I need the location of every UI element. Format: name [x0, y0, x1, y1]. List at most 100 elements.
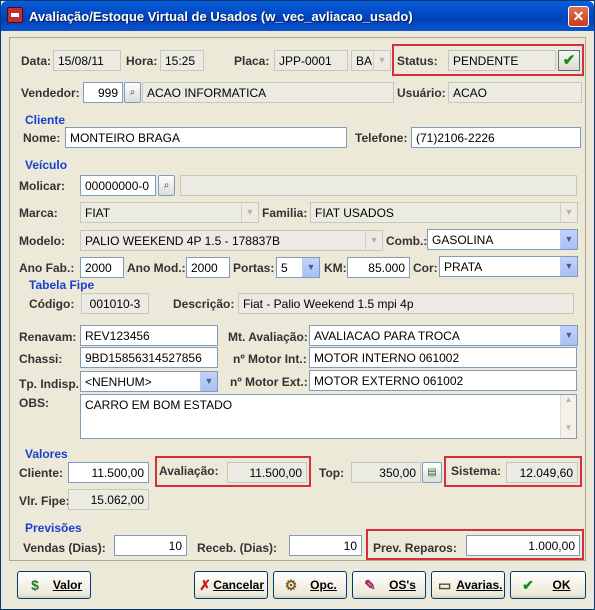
receb-input[interactable]: 10 [289, 535, 362, 556]
km-input[interactable]: 85.000 [347, 257, 410, 278]
opcoes-button[interactable]: ⚙ Opc. [273, 571, 347, 599]
reparos-input[interactable]: 1.000,00 [466, 535, 580, 556]
vendas-input[interactable]: 10 [114, 535, 187, 556]
avarias-button[interactable]: ▭ Avarias. [431, 571, 505, 599]
close-button[interactable]: ✕ [568, 6, 589, 27]
money-bag-icon: $ [31, 577, 39, 593]
data-label: Data: [21, 54, 52, 68]
comb-value: GASOLINA [432, 233, 494, 247]
placa-label: Placa: [234, 54, 270, 68]
renavam-input[interactable]: REV123456 [80, 325, 218, 346]
ok-button-label: OK [552, 578, 571, 592]
opcoes-button-label: Opc. [310, 578, 337, 592]
usuario-field: ACAO [448, 82, 582, 103]
uf-select[interactable]: BA ▼ [351, 50, 391, 71]
document-icon: ▭ [438, 577, 452, 593]
cor-value: PRATA [444, 260, 483, 274]
lookup-icon[interactable]: ⌕ [158, 175, 175, 196]
sistema-label: Sistema: [451, 464, 502, 478]
valor-cliente-input[interactable]: 11.500,00 [68, 462, 149, 483]
lookup-icon[interactable]: ⌕ [124, 82, 141, 103]
marca-value: FIAT [85, 206, 111, 220]
tpindisp-label: Tp. Indisp.: [19, 377, 83, 391]
comb-label: Comb.: [386, 234, 428, 248]
vendedor-label: Vendedor: [21, 86, 80, 100]
cancel-x-icon: ✗ [199, 577, 212, 593]
tpindisp-select[interactable]: <NENHUM> ▼ [80, 371, 218, 392]
mtaval-select[interactable]: AVALIACAO PARA TROCA ▼ [309, 325, 578, 346]
status-label: Status: [397, 54, 438, 68]
chevron-down-icon: ▼ [560, 326, 577, 345]
obs-scrollbar[interactable]: ▲ ▼ [560, 395, 576, 438]
chevron-down-icon: ▼ [200, 372, 217, 391]
km-label: KM: [324, 261, 347, 275]
modelo-label: Modelo: [19, 234, 65, 248]
molicar-input[interactable]: 00000000-0 [80, 175, 156, 196]
codigo-label: Código: [29, 297, 75, 311]
cor-label: Cor: [413, 261, 438, 275]
window: Avaliação/Estoque Virtual de Usados (w_v… [0, 0, 595, 610]
reparos-label: Prev. Reparos: [373, 541, 457, 555]
portas-select[interactable]: 5 ▼ [276, 257, 320, 278]
portas-label: Portas: [233, 261, 275, 275]
molicar-description [180, 175, 577, 196]
avaliacao-field: 11.500,00 [227, 462, 307, 483]
ok-button[interactable]: ✔ OK [510, 571, 586, 599]
chevron-down-icon: ▼ [560, 230, 577, 249]
telefone-input[interactable]: (71)2106-2226 [411, 127, 581, 148]
valor-button-label: Valor [52, 578, 83, 592]
marca-select[interactable]: FIAT ▼ [80, 202, 259, 223]
veiculo-section-title: Veículo [25, 158, 68, 172]
ok-check-icon: ✔ [522, 577, 534, 593]
modelo-select[interactable]: PALIO WEEKEND 4P 1.5 - 178837B ▼ [80, 230, 383, 251]
familia-value: FIAT USADOS [315, 206, 394, 220]
valor-button[interactable]: $ Valor [17, 571, 91, 599]
vendas-label: Vendas (Dias): [23, 541, 106, 555]
calculator-icon[interactable]: ▤ [422, 462, 442, 483]
placa-field: JPP-0001 [274, 50, 348, 71]
anomod-label: Ano Mod.: [127, 261, 186, 275]
descricao-field: Fiat - Palio Weekend 1.5 mpi 4p [238, 293, 574, 314]
nome-label: Nome: [23, 131, 61, 145]
cancelar-button-label: Cancelar [213, 578, 264, 592]
cor-select[interactable]: PRATA ▼ [439, 256, 578, 277]
portas-value: 5 [281, 261, 288, 275]
cancelar-button[interactable]: ✗ Cancelar [194, 571, 268, 599]
fipe-section-title: Tabela Fipe [29, 278, 95, 292]
motorint-input[interactable]: MOTOR INTERNO 061002 [309, 347, 577, 368]
chevron-down-icon: ▼ [373, 51, 390, 70]
hora-field: 15:25 [160, 50, 204, 71]
motorext-input[interactable]: MOTOR EXTERNO 061002 [309, 370, 577, 391]
checkmark-icon[interactable]: ✔ [558, 50, 580, 71]
chevron-down-icon: ▼ [560, 203, 577, 222]
anofab-input[interactable]: 2000 [80, 257, 124, 278]
chassi-input[interactable]: 9BD15856314527856 [80, 347, 218, 368]
scroll-up-icon[interactable]: ▲ [561, 395, 576, 409]
obs-textarea[interactable]: CARRO EM BOM ESTADO ▲ ▼ [80, 394, 577, 439]
chevron-down-icon: ▼ [241, 203, 258, 222]
options-icon: ⚙ [284, 577, 298, 593]
scroll-down-icon[interactable]: ▼ [561, 423, 576, 437]
chevron-down-icon: ▼ [365, 231, 382, 250]
avarias-button-label: Avarias. [456, 578, 503, 592]
mtaval-value: AVALIACAO PARA TROCA [314, 329, 460, 343]
chevron-down-icon: ▼ [560, 257, 577, 276]
modelo-value: PALIO WEEKEND 4P 1.5 - 178837B [85, 234, 280, 248]
telefone-label: Telefone: [355, 131, 408, 145]
motorext-label: nº Motor Ext.: [230, 375, 308, 389]
familia-select[interactable]: FIAT USADOS ▼ [310, 202, 578, 223]
vendedor-code-input[interactable]: 999 [83, 82, 123, 103]
oss-button-label: OS's [389, 578, 416, 592]
nome-input[interactable]: MONTEIRO BRAGA [65, 127, 347, 148]
anomod-input[interactable]: 2000 [186, 257, 230, 278]
obs-label: OBS: [19, 396, 49, 410]
descricao-label: Descrição: [173, 297, 235, 311]
data-field: 15/08/11 [53, 50, 121, 71]
vlr-fipe-label: Vlr. Fipe: [19, 494, 70, 508]
title-bar: Avaliação/Estoque Virtual de Usados (w_v… [1, 1, 594, 31]
oss-button[interactable]: ✎ OS's [352, 571, 426, 599]
marca-label: Marca: [19, 206, 58, 220]
valor-cliente-label: Cliente: [19, 466, 64, 480]
anofab-label: Ano Fab.: [19, 261, 75, 275]
comb-select[interactable]: GASOLINA ▼ [427, 229, 578, 250]
